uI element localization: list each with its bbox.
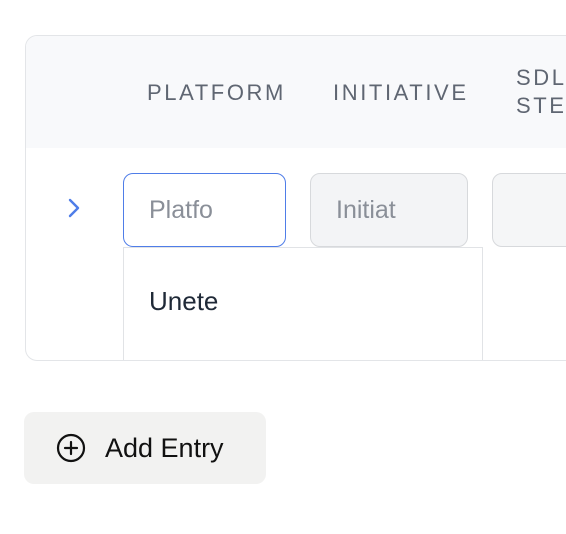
table-header: PLATFORM INITIATIVE SDL STE: [26, 36, 566, 148]
add-entry-button[interactable]: Add Entry: [24, 412, 266, 484]
entries-table: PLATFORM INITIATIVE SDL STE Unete: [25, 35, 566, 361]
add-entry-label: Add Entry: [105, 433, 224, 463]
column-header-initiative: INITIATIVE: [333, 80, 469, 105]
initiative-input[interactable]: [310, 173, 468, 247]
plus-circle-icon: [56, 433, 86, 463]
platform-input[interactable]: [123, 173, 286, 247]
dropdown-option[interactable]: Unete: [149, 286, 218, 317]
column-header-sdl-step: SDL STE: [516, 65, 566, 118]
chevron-right-icon[interactable]: [63, 197, 85, 219]
sdl-step-input[interactable]: [492, 173, 566, 247]
platform-dropdown: Unete: [123, 247, 483, 360]
column-header-platform: PLATFORM: [147, 80, 286, 105]
